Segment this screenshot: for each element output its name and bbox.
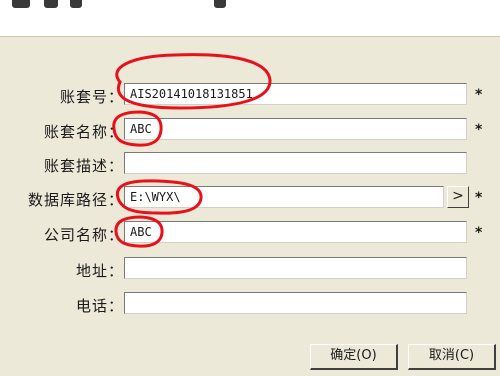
account-name-field[interactable]: ABC: [124, 118, 467, 140]
required-marker: *: [475, 190, 483, 206]
phone-row: 电话：: [0, 292, 500, 316]
db-path-row: 数据库路径： E:\WYX\ > *: [0, 186, 500, 210]
title-text-fragment: [70, 0, 82, 8]
account-no-label: 账套号：: [59, 88, 124, 106]
account-properties-dialog: 账套号： AIS20141018131851 * 账套名称： ABC * 账套描…: [0, 36, 500, 376]
account-desc-field[interactable]: [124, 152, 467, 174]
title-text-fragment: [12, 0, 30, 8]
address-field[interactable]: [124, 257, 467, 279]
company-name-field[interactable]: ABC: [124, 221, 467, 243]
window-title-bar: [0, 0, 500, 36]
db-path-field[interactable]: E:\WYX\: [124, 186, 444, 208]
account-no-row: 账套号： AIS20141018131851 *: [0, 83, 500, 107]
required-marker: *: [475, 122, 483, 138]
phone-field[interactable]: [124, 292, 467, 314]
required-marker: *: [475, 225, 483, 241]
account-desc-row: 账套描述：: [0, 152, 500, 176]
address-row: 地址：: [0, 257, 500, 281]
account-no-field[interactable]: AIS20141018131851: [124, 83, 467, 105]
phone-label: 电话：: [75, 297, 124, 315]
ok-button[interactable]: 确定(O): [310, 344, 398, 370]
account-name-row: 账套名称： ABC *: [0, 118, 500, 142]
title-text-fragment: [214, 0, 226, 8]
db-path-label: 数据库路径：: [27, 191, 124, 209]
company-name-row: 公司名称： ABC *: [0, 221, 500, 245]
address-label: 地址：: [75, 262, 124, 280]
cancel-button[interactable]: 取消(C): [408, 344, 496, 370]
required-marker: *: [475, 87, 483, 103]
company-name-label: 公司名称：: [43, 226, 124, 244]
account-desc-label: 账套描述：: [43, 157, 124, 175]
title-text-fragment: [44, 0, 58, 8]
browse-path-button[interactable]: >: [447, 186, 469, 208]
account-name-label: 账套名称：: [43, 123, 124, 141]
